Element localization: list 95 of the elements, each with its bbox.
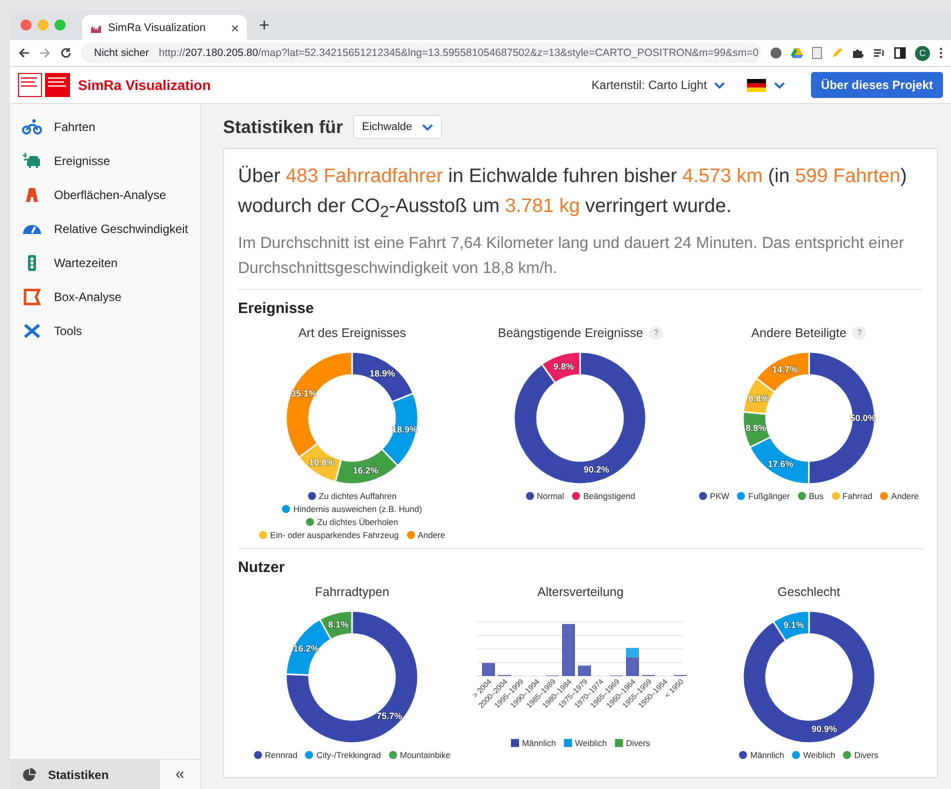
data-label: 75.7% [376,710,402,721]
sidebar-item[interactable]: Fahrten [10,110,200,144]
legend-label: Zu dichtes Auffahren [318,490,397,501]
about-button[interactable]: Über dieses Projekt [810,72,943,98]
map-style-dropdown[interactable]: Kartenstil: Carto Light [592,78,725,92]
legend-label: City-/Trekkingrad [316,750,381,760]
reload-icon[interactable] [60,47,72,59]
pie-chart-icon [22,768,36,782]
legend-label: PKW [710,490,730,501]
data-label: 16.2% [293,644,319,654]
data-label: 8.8% [748,393,769,404]
bicycle-icon [22,118,42,136]
data-label: 16.2% [353,465,379,476]
sidebar-label: Box-Analyse [54,290,122,304]
legend-label: Fahrrad [842,490,872,501]
new-tab-button[interactable]: + [255,14,274,36]
legend-label: Ein- oder ausparkendes Fahrzeug [270,530,399,540]
sidebar-item[interactable]: Oberflächen-Analyse [10,178,200,212]
sidebar-label: Statistiken [48,768,109,782]
chart-title: Andere Beteiligte [751,326,846,340]
chart-title: Geschlecht [778,584,840,599]
section-title: Ereignisse [238,300,315,317]
sidebar-label: Fahrten [54,120,96,134]
language-dropdown[interactable] [746,78,785,92]
data-label: 10.8% [309,458,335,468]
sidebar-icon[interactable] [894,47,906,59]
car-crash-icon [22,152,42,170]
legend-label: Weiblich [574,738,607,748]
data-label: 18.9% [370,368,396,378]
tab-title: SimRa Visualization [108,22,207,34]
collapse-button[interactable]: « [160,764,200,784]
data-label: 14.7% [772,364,798,375]
legend-label: Männlich [522,738,556,748]
legend-label: Zu dichtes Überholen [317,516,398,527]
flag-icon [746,78,766,92]
chart-title: Fahrradtypen [314,584,390,599]
legend-label: Andere [891,490,919,501]
legend-label: Beängstigend [583,490,636,501]
page-heading: Statistiken für [223,116,344,138]
detail-text: Im Durchschnitt ist eine Fahrt 7,64 Kilometer lang und dauert 24 Minuten. Das entspricht einer Durchschnittsgeschwindigkeit von 18,8 km/h. [238,234,906,279]
tools-icon [22,322,42,340]
data-label: 17.6% [768,458,794,469]
sidebar-label: Wartezeiten [54,256,118,270]
profile-avatar[interactable]: C [915,46,930,60]
app-title: SimRa Visualization [78,77,211,93]
sidebar-label: Ereignisse [54,154,110,168]
legend-label: Normal [536,490,564,501]
sidebar-item[interactable]: Tools [10,314,200,348]
help-button[interactable]: ? [852,326,866,340]
legend-label: Bus [808,490,824,501]
chart-title: Art des Ereignisses [298,326,406,340]
data-label: 90.9% [811,724,837,734]
caret-icon [422,124,434,130]
chart-title: Altersverteilung [537,584,624,599]
drive-icon[interactable] [791,47,803,59]
legend-label: Männlich [750,750,784,760]
section-title: Nutzer [238,558,286,576]
legend-label: Fußgänger [748,490,790,501]
box-select-icon [22,288,42,306]
extension-icon[interactable] [770,47,782,59]
data-label: 8.8% [745,422,766,433]
page-icon[interactable] [812,47,822,59]
legend-label: Mountainbike [400,750,450,760]
caret-icon [714,82,725,88]
sidebar-item[interactable]: Relative Geschwindigkeit [10,212,200,246]
address-bar[interactable]: Nicht sicher http://207.180.205.80/map?lat=52.34215651212345&lng=13.595581054687502&z=13&style=CARTO_POSITRON&m=99&sm=0 [81,43,761,63]
region-select[interactable]: Eichwalde [353,115,442,139]
data-label: 8.1% [328,620,349,630]
sidebar-label: Oberflächen-Analyse [54,188,166,202]
help-button[interactable]: ? [649,326,664,340]
caret-icon [774,82,785,88]
summary-text: Über 483 Fahrradfahrer in Eichwalde fuhren bisher 4.573 km (in 599 Fahrten) wodurch der CO$_{2}$-Ausstoß um 3.781 kg verringert wurde. [238,164,908,223]
legend-label: Divers [854,750,878,760]
data-label: 9.1% [783,620,804,630]
browser-tab[interactable]: SimRa Visualization × [82,15,247,40]
sidebar-label: Relative Geschwindigkeit [54,222,188,236]
puzzle-icon[interactable] [852,47,864,59]
legend-label: Hindernis ausweichen (z.B. Hund) [293,504,422,514]
logo-icon [18,73,70,97]
legend-label: Andere [418,530,446,540]
more-icon[interactable] [939,47,943,59]
sidebar-item[interactable]: Wartezeiten [10,246,200,280]
tab-close-button[interactable]: × [230,20,239,36]
sidebar-item[interactable]: Statistiken [10,760,160,789]
sidebar-item[interactable]: Box-Analyse [10,280,200,314]
chart-title: Beängstigende Ereignisse [498,326,644,340]
data-label: 9.8% [554,361,574,372]
back-icon[interactable] [18,47,30,59]
legend-label: Weiblich [803,750,836,760]
sidebar-label: Tools [54,324,82,338]
sidebar-item[interactable]: Ereignisse [10,144,200,178]
data-label: 90.2% [584,464,610,474]
legend-label: Divers [626,738,650,748]
playlist-icon[interactable] [873,47,885,59]
legend-label: Rennrad [264,750,298,760]
